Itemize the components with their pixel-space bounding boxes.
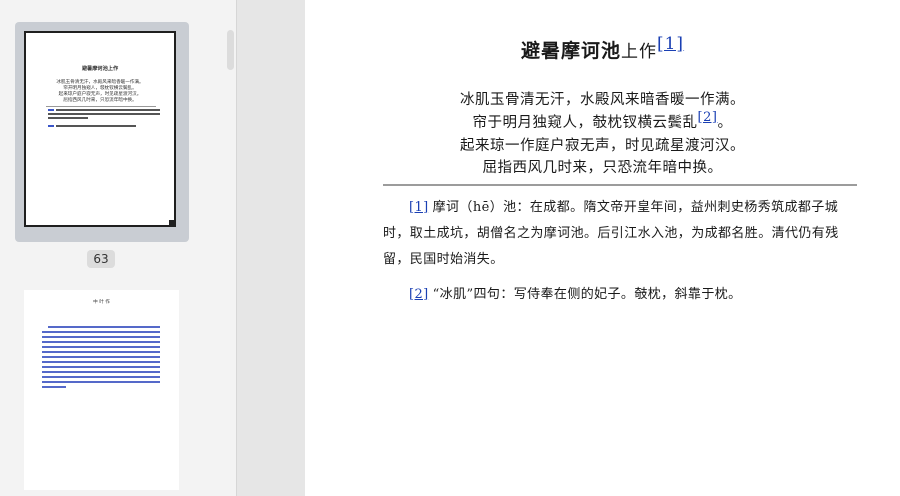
viewer-gutter — [237, 0, 305, 496]
poem-line-2-text: 帘于明月独窥人，攲枕钗横云鬓乱 — [472, 115, 698, 131]
footnote-backlink-2[interactable]: [2] — [409, 287, 429, 302]
footnote-2-text: “冰肌”四句：写侍奉在侧的妃子。攲枕，斜靠于枕。 — [432, 287, 742, 302]
thumbnail-title: 避暑摩诃池上作 — [81, 66, 119, 72]
thumbnail-text-line — [48, 326, 160, 328]
footnote-1: [1] 摩诃（hē）池：在成都。隋文帝开皇年间，益州刺史杨秀筑成都子城时，取土成坑… — [383, 195, 857, 273]
thumbnail-text-line — [42, 376, 160, 378]
footnote-backlink-1[interactable]: [1] — [409, 200, 429, 215]
thumbnail-text-line — [42, 341, 160, 343]
thumbnail-text-line — [42, 361, 160, 363]
poem-title-main: 避暑摩诃池 — [520, 40, 621, 62]
thumbnail-text-line — [42, 371, 160, 373]
poem-line-2: 帘于明月独窥人，攲枕钗横云鬓乱[2]。 — [305, 110, 900, 132]
thumbnail-text-line — [42, 351, 160, 353]
thumbnail-line: 冰肌玉骨清无汗，水殿风来暗香暖一作满。 — [56, 80, 144, 85]
thumbnail-line: 帘开明月独窥人，攲枕钗横云鬓乱。 — [63, 86, 137, 91]
thumbnail-text-line — [42, 336, 160, 338]
thumbnail-line: 起来琼户庭户寂无声，时见疏星渡河汉。 — [58, 92, 142, 97]
thumbnail-footnote-mark — [48, 125, 54, 127]
poem-title-suffix: 上作 — [620, 42, 657, 62]
thumbnail-line: 屈指西风几时来，只恐流年暗中换。 — [63, 98, 137, 103]
thumbnail-text-line — [42, 356, 160, 358]
thumbnail-footnote-mark — [48, 109, 54, 111]
footnote-link-1[interactable]: [1] — [657, 34, 684, 54]
footnote-divider — [383, 184, 857, 186]
thumbnail-corner — [169, 220, 175, 226]
thumbnail-divider — [46, 106, 156, 107]
thumbnail-text-line — [42, 346, 160, 348]
poem-line-2-end: 。 — [717, 115, 733, 131]
thumbnail-text-line — [42, 381, 160, 383]
footnote-link-2[interactable]: [2] — [698, 110, 718, 125]
poem-title: 避暑摩诃池上作[1] — [305, 34, 900, 63]
thumbnail-text-line — [48, 117, 88, 119]
thumbnail-sidebar: 避暑摩诃池上作 冰肌玉骨清无汗，水殿风来暗香暖一作满。 帘开明月独窥人，攲枕钗横… — [0, 0, 237, 496]
sidebar-scrollbar[interactable] — [227, 30, 234, 70]
thumbnail-heading: 中 叶 作 — [93, 300, 110, 305]
page-thumbnail-selected[interactable]: 避暑摩诃池上作 冰肌玉骨清无汗，水殿风来暗香暖一作满。 帘开明月独窥人，攲枕钗横… — [15, 22, 189, 242]
poem-line-1: 冰肌玉骨清无汗，水殿风来暗香暖一作满。 — [460, 92, 745, 108]
thumbnail-text-line — [42, 331, 160, 333]
page-number-label: 63 — [87, 250, 115, 268]
thumbnail-text-line — [48, 113, 160, 115]
thumbnail-text-line — [42, 386, 66, 388]
thumbnail-page-63[interactable]: 避暑摩诃池上作 冰肌玉骨清无汗，水殿风来暗香暖一作满。 帘开明月独窥人，攲枕钗横… — [24, 31, 176, 227]
thumbnail-page-64[interactable]: 中 叶 作 — [24, 290, 179, 490]
poem-line-4: 屈指西风几时来，只恐流年暗中换。 — [482, 160, 723, 176]
thumbnail-text-line — [42, 366, 160, 368]
footnote-2: [2] “冰肌”四句：写侍奉在侧的妃子。攲枕，斜靠于枕。 — [383, 282, 857, 308]
thumbnail-text-line — [56, 125, 136, 127]
poem-line-3: 起来琼一作庭户寂无声，时见疏星渡河汉。 — [460, 138, 745, 154]
document-page: 避暑摩诃池上作[1] 冰肌玉骨清无汗，水殿风来暗香暖一作满。 帘于明月独窥人，攲… — [305, 0, 900, 496]
thumbnail-text-line — [56, 109, 160, 111]
footnote-1-text: 摩诃（hē）池：在成都。隋文帝开皇年间，益州刺史杨秀筑成都子城时，取土成坑，胡僧… — [383, 200, 839, 267]
